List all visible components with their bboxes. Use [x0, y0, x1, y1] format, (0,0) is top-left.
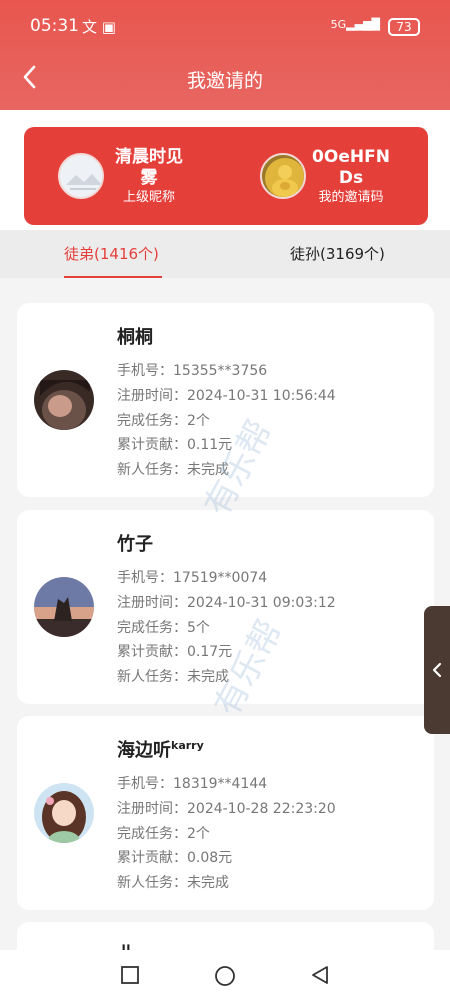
signal-icon: 5G▂▄▆█: [330, 18, 380, 31]
member-tasks: 完成任务：2个: [117, 826, 210, 842]
member-register-time: 注册时间：2024-10-28 22:23:20: [117, 801, 336, 817]
battery-icon: 73: [388, 18, 420, 36]
member-newbie-task: 新人任务：未完成: [117, 875, 229, 891]
invite-code-line2: Ds: [338, 168, 364, 188]
invite-code-line1: 0OeHFN: [312, 147, 390, 167]
floating-side-tab[interactable]: [424, 606, 450, 734]
member-name: 竹子: [117, 534, 153, 555]
member-name: 海边听karry: [117, 739, 204, 761]
chevron-left-icon: [432, 662, 442, 678]
app-notification-icon: ▣: [101, 18, 116, 36]
inviter-nickname-line2: 雾: [140, 168, 158, 188]
top-bar: 05:31 文 ▣ 5G▂▄▆█ 73 我邀请的: [0, 0, 450, 110]
avatar: [34, 577, 94, 637]
tab-grand-disciples[interactable]: 徒孙(3169个): [290, 243, 385, 264]
inviter-nickname-label: 上级昵称: [122, 190, 175, 205]
page-title: 我邀请的: [186, 70, 263, 92]
home-icon[interactable]: [214, 965, 236, 987]
member-tasks: 完成任务：5个: [117, 620, 210, 636]
invite-code-label: 我的邀请码: [318, 190, 384, 205]
system-nav-bar: [0, 950, 450, 1000]
tab-bar: 徒弟(1416个) 徒孙(3169个): [0, 230, 450, 278]
member-register-time: 注册时间：2024-10-31 10:56:44: [117, 388, 336, 404]
inviter-avatar: [58, 153, 104, 199]
member-contribution: 累计贡献：0.08元: [117, 850, 233, 866]
inviter-nickname-line1: 清晨时见: [115, 147, 183, 167]
member-register-time: 注册时间：2024-10-31 09:03:12: [117, 595, 336, 611]
recent-apps-icon[interactable]: [120, 965, 140, 985]
avatar: [34, 370, 94, 430]
status-bar: 05:31 文 ▣ 5G▂▄▆█ 73: [0, 0, 450, 52]
member-tasks: 完成任务：2个: [117, 413, 210, 429]
back-icon[interactable]: [310, 965, 330, 985]
list-item[interactable]: 海边听karry 手机号：18319**4144 注册时间：2024-10-28…: [17, 716, 434, 910]
status-time: 05:31: [30, 16, 79, 36]
avatar: [34, 783, 94, 843]
member-phone: 手机号：17519**0074: [117, 570, 268, 586]
user-avatar: [260, 153, 306, 199]
member-contribution: 累计贡献：0.17元: [117, 644, 233, 660]
member-phone: 手机号：15355**3756: [117, 363, 268, 379]
member-name-superscript: karry: [171, 739, 204, 752]
tab-disciples[interactable]: 徒弟(1416个): [64, 243, 159, 264]
status-notification-icons: 文 ▣: [82, 16, 116, 37]
active-tab-indicator: [64, 276, 162, 278]
member-phone: 手机号：18319**4144: [117, 776, 268, 792]
text-icon: 文: [82, 18, 98, 36]
member-name: 桐桐: [117, 327, 153, 348]
inviter-card: 清晨时见 雾 上级昵称 0OeHFN Ds 我的邀请码: [24, 127, 428, 225]
